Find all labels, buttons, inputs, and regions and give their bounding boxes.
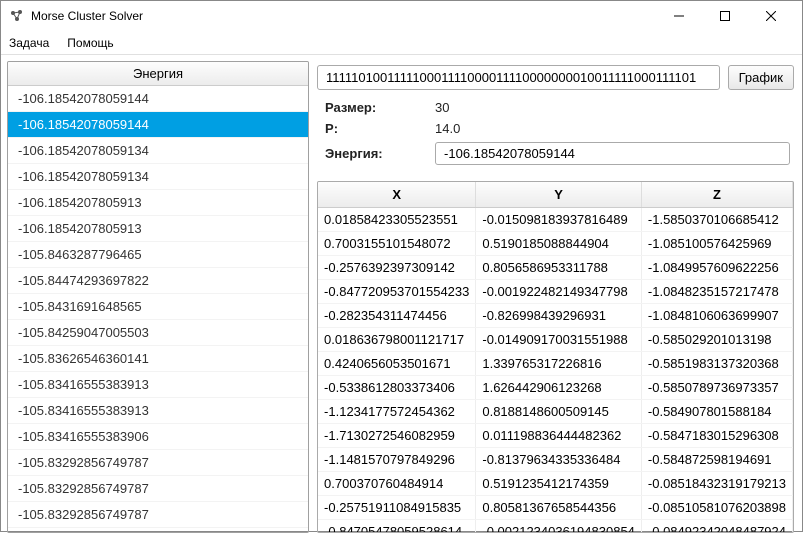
table-cell: 0.01858423305523551 [318,208,476,232]
coordinates-table[interactable]: X Y Z 0.01858423305523551-0.015098183937… [317,181,794,533]
size-label: Размер: [325,100,435,115]
table-cell: -1.0848235157217478 [641,280,792,304]
table-row[interactable]: -1.1481570797849296-0.81379634335336484-… [318,448,792,472]
table-row[interactable]: -0.53386128033734061.626442906123268-0.5… [318,376,792,400]
table-cell: 1.626442906123268 [476,376,642,400]
table-cell: -0.584907801588184 [641,400,792,424]
energy-item[interactable]: -106.18542078059134 [8,164,308,190]
table-cell: -1.1234177572454362 [318,400,476,424]
table-cell: -0.282354311474456 [318,304,476,328]
table-cell: -0.84705478059528614 [318,520,476,533]
energy-item[interactable]: -105.83292856749787 [8,450,308,476]
table-row[interactable]: -0.84705478059528614-0.00212340361948308… [318,520,792,533]
table-cell: -0.5851983137320368 [641,352,792,376]
energy-item[interactable]: -106.1854207805913 [8,190,308,216]
table-cell: -0.08510581076203898 [641,496,792,520]
table-row[interactable]: 0.7003707604849140.5191235412174359-0.08… [318,472,792,496]
energy-item[interactable]: -105.83292856749787 [8,476,308,502]
maximize-button[interactable] [702,1,748,31]
p-label: P: [325,121,435,136]
minimize-button[interactable] [656,1,702,31]
table-row[interactable]: 0.018636798001121717-0.01490917003155198… [318,328,792,352]
table-row[interactable]: -0.257519110849158350.80581367658544356-… [318,496,792,520]
app-icon [9,8,25,24]
energy-item[interactable]: -105.84474293697822 [8,268,308,294]
energy-item[interactable]: -106.18542078059144 [8,112,308,138]
table-row[interactable]: -0.282354311474456-0.826998439296931-1.0… [318,304,792,328]
energy-item[interactable]: -105.8431691648565 [8,294,308,320]
table-cell: -1.7130272546082959 [318,424,476,448]
table-cell: -0.25751911084915835 [318,496,476,520]
table-cell: 0.80581367658544356 [476,496,642,520]
table-cell: 0.700370760484914 [318,472,476,496]
table-cell: -0.826998439296931 [476,304,642,328]
close-button[interactable] [748,1,794,31]
col-x[interactable]: X [318,182,476,208]
energy-item[interactable]: -105.83292856749785 [8,528,308,532]
table-cell: -0.5338612803373406 [318,376,476,400]
window-title: Morse Cluster Solver [31,9,143,23]
table-cell: -1.5850370106685412 [641,208,792,232]
energy-item[interactable]: -106.18542078059144 [8,86,308,112]
table-row[interactable]: 0.42406560535016711.339765317226816-0.58… [318,352,792,376]
energy-list[interactable]: -106.18542078059144-106.18542078059144-1… [8,86,308,532]
table-cell: -0.81379634335336484 [476,448,642,472]
table-cell: -0.2576392397309142 [318,256,476,280]
table-cell: 0.4240656053501671 [318,352,476,376]
energy-label: Энергия: [325,146,435,161]
table-cell: -0.585029201013198 [641,328,792,352]
menu-task[interactable]: Задача [9,36,49,50]
energy-item[interactable]: -106.18542078059134 [8,138,308,164]
table-cell: -1.1481570797849296 [318,448,476,472]
energy-header: Энергия [8,62,308,86]
table-cell: 0.7003155101548072 [318,232,476,256]
table-cell: 0.8056586953311788 [476,256,642,280]
table-cell: 0.018636798001121717 [318,328,476,352]
col-y[interactable]: Y [476,182,642,208]
energy-item[interactable]: -105.84259047005503 [8,320,308,346]
table-cell: 1.339765317226816 [476,352,642,376]
table-row[interactable]: -0.25763923973091420.8056586953311788-1.… [318,256,792,280]
table-cell: -0.0021234036194830854 [476,520,642,533]
energy-item[interactable]: -105.83416555383913 [8,398,308,424]
table-cell: -0.5847183015296308 [641,424,792,448]
table-cell: 0.5190185088844904 [476,232,642,256]
energy-item[interactable]: -105.83292856749787 [8,502,308,528]
table-cell: -0.08492342048487924 [641,520,792,533]
table-row[interactable]: 0.70031551015480720.5190185088844904-1.0… [318,232,792,256]
menu-help[interactable]: Помощь [67,36,113,50]
p-value: 14.0 [435,121,460,136]
energy-item[interactable]: -105.83416555383906 [8,424,308,450]
title-bar: Morse Cluster Solver [1,1,802,31]
energy-item[interactable]: -105.83626546360141 [8,346,308,372]
table-cell: -1.0848106063699907 [641,304,792,328]
table-cell: -0.847720953701554233 [318,280,476,304]
table-cell: -0.015098183937816489 [476,208,642,232]
energy-input[interactable] [435,142,790,165]
table-cell: 0.8188148600509145 [476,400,642,424]
size-value: 30 [435,100,449,115]
table-cell: -0.584872598194691 [641,448,792,472]
table-cell: -0.08518432319179213 [641,472,792,496]
energy-item[interactable]: -105.83416555383913 [8,372,308,398]
energy-item[interactable]: -106.1854207805913 [8,216,308,242]
table-row[interactable]: 0.01858423305523551-0.015098183937816489… [318,208,792,232]
energy-panel: Энергия -106.18542078059144-106.18542078… [7,61,309,533]
table-cell: 0.011198836444482362 [476,424,642,448]
energy-item[interactable]: -105.8463287796465 [8,242,308,268]
table-cell: -0.001922482149347798 [476,280,642,304]
graph-button[interactable]: График [728,65,794,90]
details-panel: График Размер: 30 P: 14.0 Энергия: X Y Z [317,65,794,533]
table-row[interactable]: -1.12341775724543620.8188148600509145-0.… [318,400,792,424]
bitstring-input[interactable] [317,65,720,90]
table-cell: -1.0849957609622256 [641,256,792,280]
table-cell: 0.5191235412174359 [476,472,642,496]
table-row[interactable]: -0.847720953701554233-0.0019224821493477… [318,280,792,304]
col-z[interactable]: Z [641,182,792,208]
table-cell: -1.085100576425969 [641,232,792,256]
table-cell: -0.5850789736973357 [641,376,792,400]
menu-bar: Задача Помощь [1,31,802,55]
table-cell: -0.014909170031551988 [476,328,642,352]
table-row[interactable]: -1.71302725460829590.011198836444482362-… [318,424,792,448]
